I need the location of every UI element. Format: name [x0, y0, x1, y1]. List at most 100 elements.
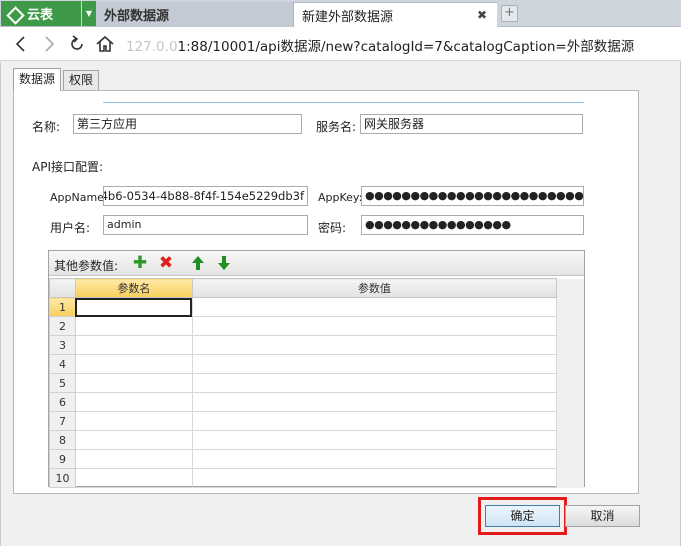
scroll-gutter [556, 297, 584, 317]
param-name-cell[interactable] [74, 468, 193, 488]
scroll-gutter [556, 392, 584, 412]
param-value-cell[interactable] [191, 411, 558, 431]
row-number[interactable]: 8 [49, 430, 76, 450]
table-row: 2 [49, 316, 584, 336]
row-number[interactable]: 9 [49, 449, 76, 469]
table-row: 4 [49, 354, 584, 374]
api-config-label: API接口配置: [32, 160, 104, 174]
scroll-gutter [556, 430, 584, 450]
tab-new-external-datasource[interactable]: 新建外部数据源 ✖ [294, 2, 497, 27]
refresh-icon[interactable] [66, 33, 88, 55]
table-row: 6 [49, 392, 584, 412]
app-dropdown-icon[interactable]: ▼ [82, 1, 96, 26]
move-up-icon[interactable] [189, 254, 207, 272]
param-name-cell[interactable] [74, 430, 193, 450]
section-divider [103, 102, 584, 103]
scroll-gutter [556, 411, 584, 431]
param-value-cell[interactable] [191, 335, 558, 355]
cancel-button[interactable]: 取消 [565, 505, 640, 527]
scroll-gutter [556, 354, 584, 374]
scroll-gutter [556, 468, 584, 488]
close-tab-icon[interactable]: ✖ [477, 8, 487, 22]
param-name-cell[interactable] [74, 335, 193, 355]
row-number[interactable]: 7 [49, 411, 76, 431]
table-header-row: 参数名 参数值 [49, 278, 584, 298]
column-header-param-name[interactable]: 参数名 [74, 278, 193, 298]
row-number[interactable]: 1 [49, 297, 76, 317]
password-input[interactable]: ●●●●●●●●●●●●●●●● [361, 215, 584, 235]
username-input[interactable]: admin [103, 215, 308, 235]
params-table: 参数名 参数值 1 2 3 4 5 6 7 8 9 10 [49, 278, 584, 488]
params-toolbar: 其他参数值: ✚ ✖ [49, 251, 584, 276]
param-name-cell[interactable] [74, 411, 193, 431]
table-row: 9 [49, 449, 584, 469]
name-label: 名称: [32, 120, 61, 134]
move-down-icon[interactable] [215, 254, 233, 272]
param-name-cell[interactable] [74, 354, 193, 374]
table-row: 5 [49, 373, 584, 393]
service-name-input[interactable]: 网关服务器 [360, 114, 583, 134]
appname-label: AppName: [50, 191, 108, 204]
tab-external-datasource[interactable]: 外部数据源 [96, 2, 294, 27]
tab-label: 新建外部数据源 [302, 9, 394, 25]
forward-icon[interactable] [38, 33, 60, 55]
param-value-cell[interactable] [191, 468, 558, 488]
add-row-icon[interactable]: ✚ [131, 254, 149, 272]
row-number[interactable]: 3 [49, 335, 76, 355]
table-row: 3 [49, 335, 584, 355]
scroll-gutter [556, 449, 584, 469]
scroll-gutter [556, 373, 584, 393]
delete-row-icon[interactable]: ✖ [157, 254, 175, 272]
table-row: 1 [49, 297, 584, 317]
param-value-cell[interactable] [191, 392, 558, 412]
row-number[interactable]: 4 [49, 354, 76, 374]
params-grid-panel: 其他参数值: ✚ ✖ 参数名 参数值 1 2 3 4 5 6 7 8 9 10 [48, 250, 585, 488]
param-value-cell[interactable] [191, 430, 558, 450]
back-icon[interactable] [10, 33, 32, 55]
yunbiao-logo-icon [7, 7, 21, 21]
appkey-input[interactable]: ●●●●●●●●●●●●●●●●●●●●●●●●●●●●●●●● [361, 186, 584, 206]
service-name-label: 服务名: [316, 120, 357, 134]
table-row: 10 [49, 468, 584, 488]
password-label: 密码: [318, 221, 347, 235]
tab-permissions[interactable]: 权限 [63, 70, 100, 90]
param-value-cell[interactable] [191, 373, 558, 393]
browser-tab-bar: 云表 ▼ 外部数据源 新建外部数据源 ✖ + [0, 0, 681, 27]
row-number[interactable]: 10 [49, 468, 76, 488]
table-row: 7 [49, 411, 584, 431]
scroll-gutter [556, 316, 584, 336]
appname-input[interactable]: 03a14b6-0534-4b88-8f4f-154e5229db3f [103, 186, 308, 206]
name-input[interactable]: 第三方应用 [73, 114, 302, 134]
row-number[interactable]: 6 [49, 392, 76, 412]
ok-button[interactable]: 确定 [485, 505, 560, 527]
tab-datasource[interactable]: 数据源 [13, 68, 62, 91]
param-name-cell[interactable] [74, 392, 193, 412]
appkey-label: AppKey: [318, 191, 363, 204]
app-name: 云表 [27, 8, 54, 23]
params-label: 其他参数值: [54, 259, 119, 273]
corner-cell [49, 278, 76, 298]
column-header-param-value[interactable]: 参数值 [191, 278, 558, 298]
row-number[interactable]: 5 [49, 373, 76, 393]
app-menu-button[interactable]: 云表 [1, 1, 81, 26]
tab-label: 外部数据源 [104, 9, 170, 24]
navigation-bar: 127.0.01:88/10001/api数据源/new?catalogId=7… [0, 27, 681, 61]
param-value-cell[interactable] [191, 354, 558, 374]
row-number[interactable]: 2 [49, 316, 76, 336]
param-name-cell[interactable] [74, 373, 193, 393]
param-value-cell[interactable] [191, 316, 558, 336]
scroll-gutter [556, 335, 584, 355]
url-faded-part: 127.0.0 [126, 39, 178, 55]
param-name-cell[interactable] [74, 316, 193, 336]
param-value-cell[interactable] [191, 449, 558, 469]
param-name-cell[interactable] [74, 297, 193, 317]
param-value-cell[interactable] [191, 297, 558, 317]
param-name-cell[interactable] [74, 449, 193, 469]
username-label: 用户名: [50, 221, 91, 235]
home-icon[interactable] [94, 33, 116, 55]
table-row: 8 [49, 430, 584, 450]
scroll-gutter [556, 278, 584, 298]
address-bar[interactable]: 127.0.01:88/10001/api数据源/new?catalogId=7… [126, 35, 634, 55]
new-tab-icon[interactable]: + [501, 5, 518, 22]
url-text: 1:88/10001/api数据源/new?catalogId=7&catalo… [177, 39, 635, 55]
